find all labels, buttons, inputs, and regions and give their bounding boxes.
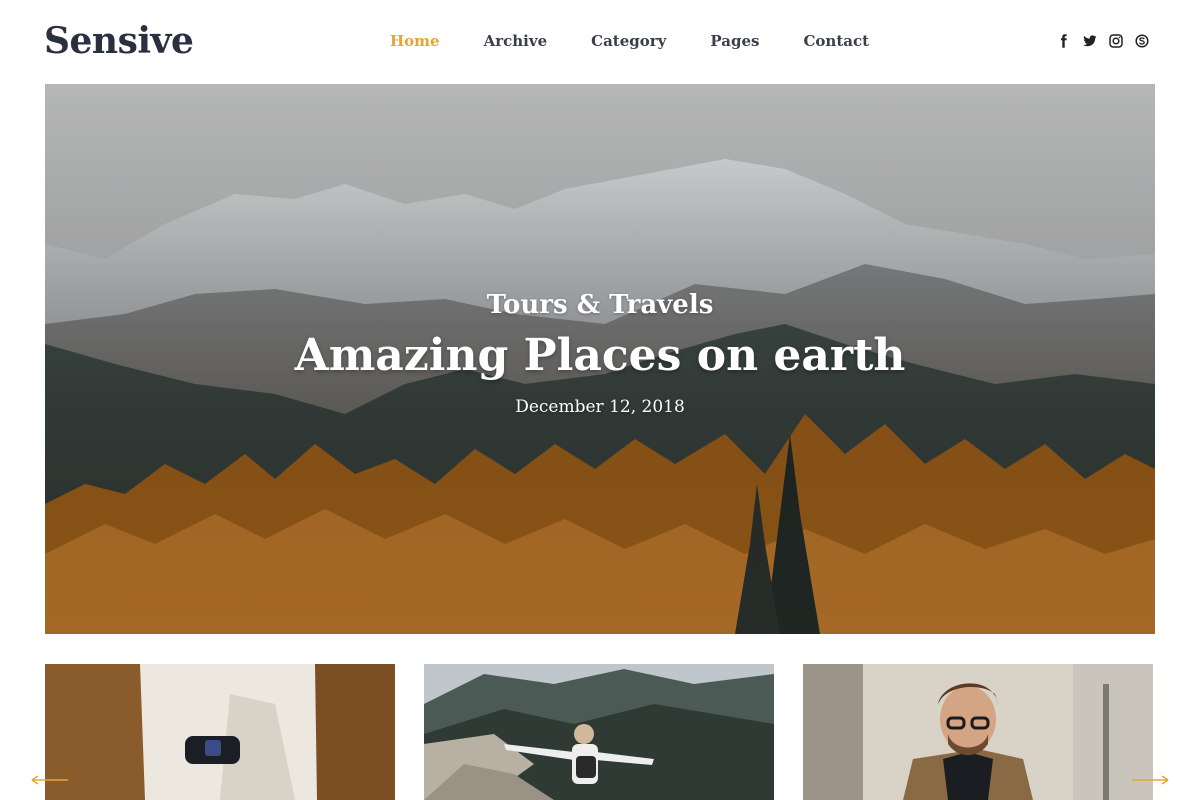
site-logo[interactable]: Sensive xyxy=(44,20,194,62)
post-card-hiker[interactable] xyxy=(424,664,774,800)
post-card-man[interactable] xyxy=(803,664,1153,800)
site-header: Sensive Home Archive Category Pages Cont… xyxy=(0,0,1200,84)
hero-title[interactable]: Amazing Places on earth xyxy=(45,330,1155,381)
nav-item-archive[interactable]: Archive xyxy=(484,32,548,50)
carousel-next-arrow[interactable] xyxy=(1130,772,1170,786)
instagram-icon[interactable] xyxy=(1108,33,1124,49)
hero-date: December 12, 2018 xyxy=(515,397,685,417)
post-image-watch xyxy=(45,664,395,800)
post-image-hiker xyxy=(424,664,774,800)
nav-item-category[interactable]: Category xyxy=(591,32,666,50)
facebook-icon[interactable] xyxy=(1056,33,1072,49)
hero-banner[interactable]: Tours & Travels Amazing Places on earth … xyxy=(45,84,1155,634)
hero-category[interactable]: Tours & Travels xyxy=(45,290,1155,320)
nav-item-contact[interactable]: Contact xyxy=(803,32,869,50)
post-image-man xyxy=(803,664,1153,800)
skype-icon[interactable] xyxy=(1134,33,1150,49)
nav-item-pages[interactable]: Pages xyxy=(710,32,759,50)
hero-content: Tours & Travels Amazing Places on earth … xyxy=(45,84,1155,634)
social-links xyxy=(1056,33,1150,49)
nav-item-home[interactable]: Home xyxy=(390,32,440,50)
post-card-watch[interactable] xyxy=(45,664,395,800)
main-nav: Home Archive Category Pages Contact xyxy=(390,32,913,50)
carousel-prev-arrow[interactable] xyxy=(30,772,70,786)
twitter-icon[interactable] xyxy=(1082,33,1098,49)
